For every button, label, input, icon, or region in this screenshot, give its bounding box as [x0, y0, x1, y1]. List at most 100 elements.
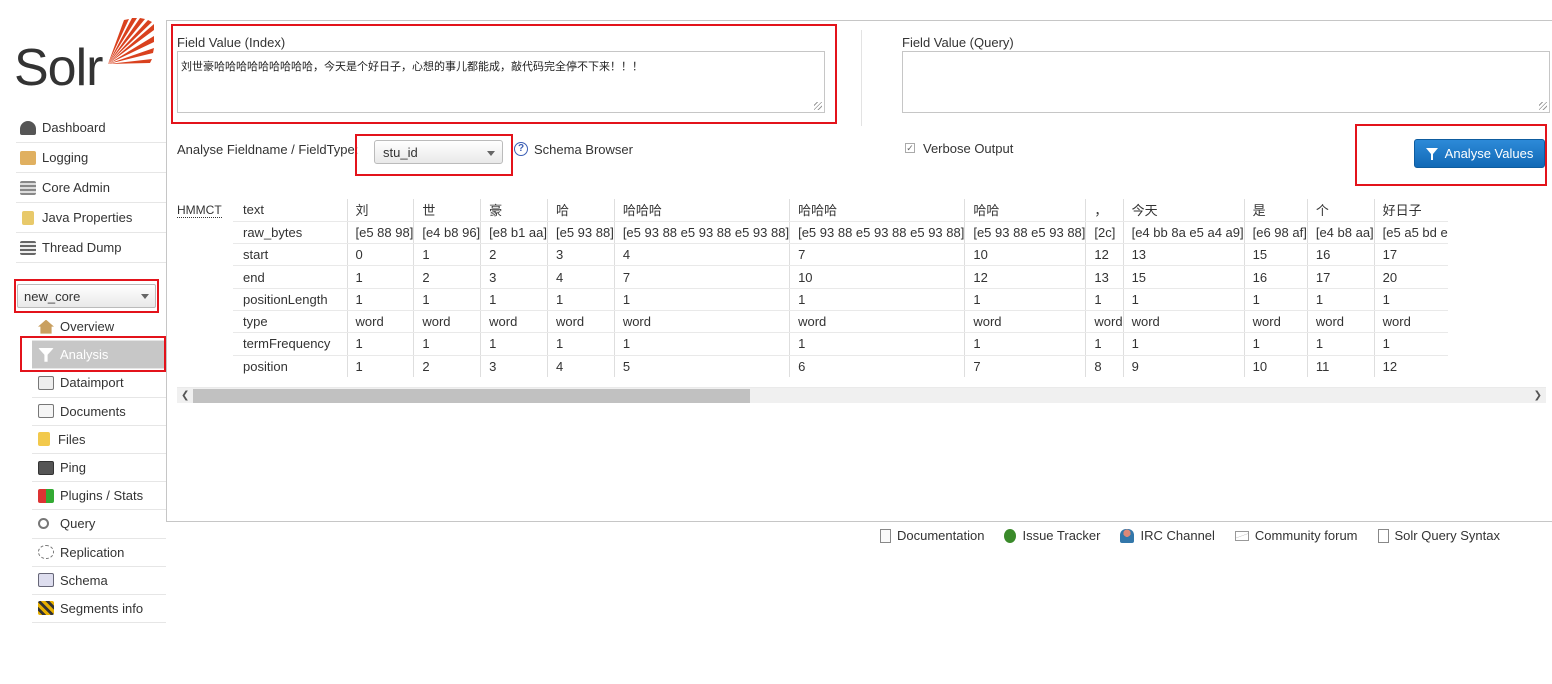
token-cell: 12: [1373, 355, 1448, 378]
schema-browser-link[interactable]: Schema Browser: [534, 142, 633, 157]
footer-irc-channel[interactable]: IRC Channel: [1120, 528, 1215, 543]
core-item-label: Files: [58, 431, 86, 447]
footer-issue-tracker[interactable]: Issue Tracker: [1004, 528, 1100, 543]
token-cell: 8: [1085, 355, 1124, 378]
footer-community-forum[interactable]: Community forum: [1234, 528, 1358, 543]
help-icon[interactable]: ?: [514, 142, 528, 156]
token-cell: [e5 a5 bd e: [1373, 221, 1448, 245]
token-cell: word: [964, 310, 1086, 334]
footer-label: Documentation: [897, 528, 985, 543]
nav-item-logging[interactable]: Logging: [16, 143, 166, 173]
token-table-viewport: text 刘世豪哈哈哈哈 哈哈哈 哈哈，今天是个好日子 raw_bytes [e5 88 …: [233, 199, 1547, 381]
token-table: text 刘世豪哈哈哈哈 哈哈哈 哈哈，今天是个好日子 raw_bytes [e5 88 …: [233, 199, 1448, 378]
magnifier-icon: [38, 518, 49, 530]
footer-label: Community forum: [1254, 528, 1358, 543]
token-cell: word: [789, 310, 965, 334]
footer-label: Solr Query Syntax: [1394, 528, 1501, 543]
documents-icon: [38, 404, 54, 419]
solr-sun-icon: [108, 18, 154, 64]
chevron-right-icon[interactable]: ❯: [1534, 390, 1542, 401]
token-cell: word: [613, 310, 790, 334]
nav-label: Dashboard: [42, 120, 106, 135]
core-item-segments[interactable]: Segments info: [32, 595, 166, 624]
solr-logo[interactable]: Solr: [12, 18, 154, 97]
token-cell: 16: [1306, 243, 1375, 267]
core-item-label: Dataimport: [60, 375, 124, 391]
dashboard-icon: [20, 120, 36, 135]
token-cell: [e5 88 98]: [346, 221, 414, 245]
row-header: raw_bytes: [233, 221, 347, 245]
nav-item-java-properties[interactable]: Java Properties: [16, 203, 166, 233]
core-admin-icon: [20, 180, 36, 195]
dataimport-icon: [38, 375, 54, 390]
resize-grip-icon[interactable]: [1539, 102, 1547, 110]
highlight-analyse-button: [1355, 124, 1547, 186]
token-cell: 7: [789, 243, 965, 267]
highlight-core-selector: [14, 279, 159, 313]
token-cell: 5: [613, 355, 790, 378]
chevron-left-icon[interactable]: ❮: [181, 390, 189, 401]
token-cell: 16: [1243, 265, 1308, 289]
token-cell: 是: [1243, 199, 1308, 222]
horizontal-scrollbar[interactable]: ❮ ❯: [177, 387, 1546, 403]
token-cell: 9: [1122, 355, 1245, 378]
token-cell: 3: [480, 265, 548, 289]
logo-text: Solr: [14, 39, 103, 97]
footer-solr-query-syntax[interactable]: Solr Query Syntax: [1377, 528, 1501, 543]
token-row-position: position 1 2 3 4 5 6 7 8 9 10 11 12: [233, 355, 1448, 378]
footer-documentation[interactable]: Documentation: [880, 528, 984, 543]
core-item-label: Query: [60, 516, 96, 532]
token-cell: 1: [613, 332, 790, 356]
segments-icon: [38, 601, 54, 616]
row-header: text: [233, 199, 347, 222]
verbose-label: Verbose Output: [923, 141, 1014, 156]
token-cell: 1: [1122, 288, 1245, 311]
core-item-label: Ping: [60, 460, 87, 476]
token-cell: 15: [1122, 265, 1245, 289]
core-item-plugins[interactable]: Plugins / Stats: [32, 482, 166, 511]
token-row-type: type word word word word word word word word word…: [233, 310, 1448, 334]
nav-label: Thread Dump: [42, 240, 122, 255]
core-item-schema[interactable]: Schema: [32, 567, 166, 595]
core-item-ping[interactable]: Ping: [32, 454, 166, 483]
nav-item-dashboard[interactable]: Dashboard: [16, 113, 166, 143]
footer-label: Issue Tracker: [1022, 528, 1101, 543]
token-row-raw_bytes: raw_bytes [e5 88 98] [e4 b8 96] [e8 b1 aa][…: [233, 221, 1448, 245]
token-cell: [e6 98 af]: [1243, 221, 1308, 245]
token-cell: 哈哈哈: [789, 199, 965, 222]
token-cell: 13: [1085, 265, 1124, 289]
nav-item-core-admin[interactable]: Core Admin: [16, 173, 166, 203]
plugins-icon: [38, 488, 54, 503]
core-item-label: Segments info: [60, 600, 144, 616]
core-item-replication[interactable]: Replication: [32, 539, 166, 567]
nav-item-thread-dump[interactable]: Thread Dump: [16, 233, 166, 263]
token-cell: 1: [413, 288, 481, 311]
token-cell: 刘: [346, 199, 414, 222]
core-item-query[interactable]: Query: [32, 510, 166, 539]
core-item-files[interactable]: Files: [32, 426, 166, 454]
token-row-positionLength: positionLength 1 1 1 1 1 1 1 1 1 1 1 1: [233, 288, 1448, 311]
token-cell: 3: [480, 355, 548, 378]
token-cell: word: [1243, 310, 1308, 334]
nav-label: Core Admin: [42, 180, 110, 195]
token-cell: 今天: [1122, 199, 1245, 222]
token-cell: 1: [1243, 332, 1308, 356]
token-cell: 好日子: [1373, 199, 1448, 222]
token-cell: [e5 93 88 e5 93 88 e5 93 88]: [613, 221, 790, 245]
core-item-documents[interactable]: Documents: [32, 398, 166, 426]
tokenizer-abbr[interactable]: HMMCT: [177, 203, 222, 218]
main-nav: Dashboard Logging Core Admin Java Proper…: [16, 113, 166, 263]
token-cell: 个: [1306, 199, 1375, 222]
verbose-checkbox[interactable]: ✓: [905, 143, 915, 153]
token-cell: 4: [546, 355, 615, 378]
row-header: start: [233, 243, 347, 267]
token-cell: 4: [546, 265, 615, 289]
scrollbar-thumb[interactable]: [193, 389, 750, 403]
ping-icon: [38, 460, 54, 475]
token-cell: word: [1306, 310, 1375, 334]
core-item-dataimport[interactable]: Dataimport: [32, 369, 166, 398]
token-cell: [2c]: [1085, 221, 1124, 245]
token-cell: 17: [1306, 265, 1375, 289]
query-value-input[interactable]: [902, 51, 1550, 113]
token-cell: 1: [346, 332, 414, 356]
